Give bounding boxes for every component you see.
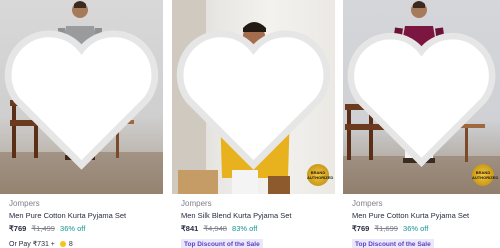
mrp: ₹1,499 — [31, 224, 55, 233]
product-card-2[interactable]: BRAND AUTHORIZED Jompers Men Silk Blend … — [172, 0, 335, 248]
brand-badge-icon: BRAND AUTHORIZED — [472, 164, 498, 186]
mrp: ₹4,948 — [203, 224, 227, 233]
price-row: ₹769 ₹1,699 36% off — [352, 222, 491, 236]
discount: 36% off — [60, 224, 86, 233]
brand-name: Jompers — [352, 199, 383, 208]
price-row: ₹841 ₹4,948 83% off — [181, 222, 326, 236]
deal-tag: Top Discount of the Sale — [181, 239, 263, 248]
price: ₹841 — [181, 224, 199, 233]
product-image[interactable]: BRAND AUTHORIZED — [343, 0, 500, 194]
price: ₹769 — [9, 224, 27, 233]
discount: 36% off — [403, 224, 429, 233]
pay-text: Or Pay ₹731 + — [9, 241, 55, 248]
deal-row: Top Discount of the Sale — [181, 238, 326, 248]
brand-badge-icon: BRAND AUTHORIZED — [307, 164, 333, 186]
brand-name: Jompers — [181, 199, 212, 208]
price: ₹769 — [352, 224, 370, 233]
deal-tag: Top Discount of the Sale — [352, 239, 434, 248]
coin-count: 8 — [68, 241, 73, 248]
mrp: ₹1,699 — [374, 224, 398, 233]
discount: 83% off — [232, 224, 258, 233]
product-name[interactable]: Men Pure Cotton Kurta Pyjama Set — [352, 209, 491, 222]
product-image[interactable]: BRAND AUTHORIZED — [172, 0, 335, 194]
product-name[interactable]: Men Pure Cotton Kurta Pyjama Set — [9, 209, 154, 222]
heart-icon[interactable] — [172, 0, 335, 194]
product-card-1[interactable]: Jompers Men Pure Cotton Kurta Pyjama Set… — [0, 0, 163, 248]
heart-icon[interactable] — [0, 0, 163, 194]
brand-name: Jompers — [9, 199, 40, 208]
product-image[interactable] — [0, 0, 163, 194]
product-card-3[interactable]: BRAND AUTHORIZED Jompers Men Pure Cotton… — [343, 0, 500, 248]
product-name[interactable]: Men Silk Blend Kurta Pyjama Set — [181, 209, 326, 222]
price-row: ₹769 ₹1,499 36% off — [9, 222, 154, 236]
pay-with-coins: Or Pay ₹731 + 8 — [9, 238, 154, 248]
coin-icon — [59, 241, 66, 248]
deal-row: Top Discount of the Sale — [352, 238, 491, 248]
